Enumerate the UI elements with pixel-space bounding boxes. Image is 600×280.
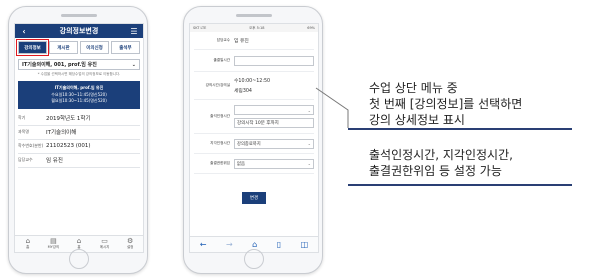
callout-line: 수업 상단 메뉴 중	[369, 81, 458, 95]
pointer-line	[315, 87, 349, 128]
callout-settings: 출석인정시간, 지각인정시간, 출결권한위임 등 설정 가능	[369, 147, 513, 179]
callout-line: 출결권한위임 등 설정 가능	[369, 164, 502, 178]
callout-line: 강의 상세정보 표시	[369, 113, 465, 127]
callout-line: 첫 번째 [강의정보]를 선택하면	[369, 97, 523, 111]
callout-underline	[348, 184, 572, 186]
callout-pointer	[315, 87, 349, 128]
callout-underline	[348, 128, 572, 130]
callout-line: 출석인정시간, 지각인정시간,	[369, 148, 513, 162]
callout-course-info: 수업 상단 메뉴 중 첫 번째 [강의정보]를 선택하면 강의 상세정보 표시	[369, 80, 522, 128]
